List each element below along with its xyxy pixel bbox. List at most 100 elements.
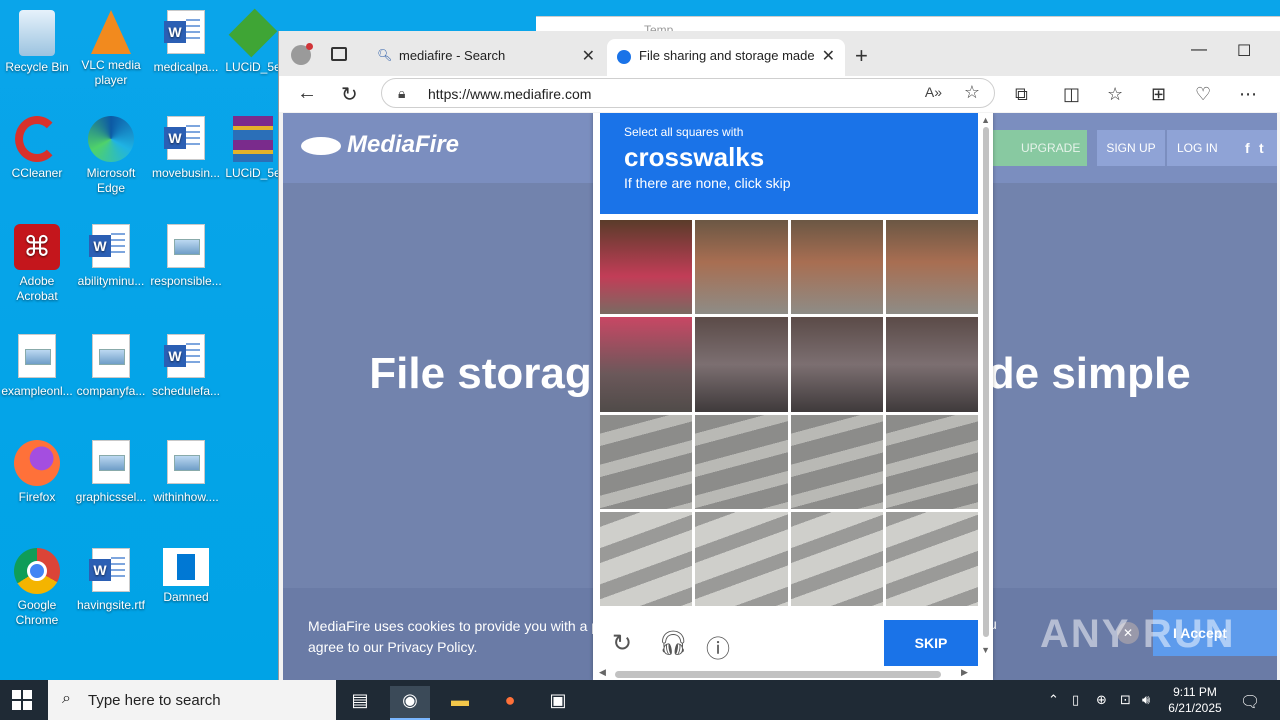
captcha-tile[interactable] — [885, 220, 978, 315]
maximize-icon[interactable]: ☐ — [1237, 41, 1251, 61]
edge-icon — [88, 116, 134, 162]
desktop-icon-lucid-gem[interactable]: LUCiD_5e — [223, 8, 283, 75]
acrobat-icon: ⌘ — [14, 224, 60, 270]
word-document-icon: W — [163, 334, 209, 380]
search-icon: ⌕ — [62, 690, 71, 707]
desktop-icon-ccleaner[interactable]: CCleaner — [0, 116, 74, 181]
desktop-icon-companyfa[interactable]: companyfa... — [74, 334, 148, 399]
tab-actions-icon[interactable] — [331, 47, 347, 61]
captcha-tile[interactable] — [600, 414, 693, 509]
firefox-taskbar-icon[interactable]: ● — [490, 686, 530, 720]
tray-update-icon[interactable]: ⊕ — [1096, 692, 1107, 708]
address-bar[interactable]: 🔒︎ https://www.mediafire.com A» ☆ — [381, 78, 995, 108]
desktop-icon-responsible[interactable]: responsible... — [149, 224, 223, 289]
desktop-icon-exampleonl[interactable]: exampleonl... — [0, 334, 74, 399]
file-explorer-icon[interactable]: ▬ — [440, 686, 480, 720]
word-document-icon: W — [163, 116, 209, 162]
headphones-audio-icon[interactable]: 🎧︎ — [658, 629, 688, 658]
signup-button[interactable]: SIGN UP — [1097, 130, 1165, 166]
captcha-tile[interactable] — [885, 317, 978, 412]
skip-button[interactable]: SKIP — [884, 620, 978, 666]
captcha-tile[interactable] — [695, 317, 788, 412]
mediafire-logo[interactable]: MediaFire — [301, 131, 459, 159]
tab-mediafire[interactable]: File sharing and storage made sim ✕ — [607, 39, 845, 76]
vertical-scrollbar[interactable] — [983, 127, 989, 637]
extensions-icon[interactable]: ⧉ — [1015, 84, 1028, 105]
minimize-icon[interactable]: — — [1191, 41, 1207, 59]
refresh-icon[interactable]: ↻ — [341, 82, 358, 107]
close-tab-icon[interactable]: ✕ — [582, 46, 595, 66]
horizontal-scrollbar[interactable] — [615, 671, 941, 678]
twitter-icon[interactable]: t — [1259, 130, 1264, 166]
desktop-icon-graphicssel[interactable]: graphicssel... — [74, 440, 148, 505]
desktop-icon-adobe-acrobat[interactable]: ⌘ Adobe Acrobat — [0, 224, 74, 304]
mediafire-icon — [617, 50, 631, 64]
captcha-tile[interactable] — [600, 317, 693, 412]
captcha-tile[interactable] — [885, 414, 978, 509]
captcha-image-grid — [600, 220, 978, 606]
anyrun-watermark: ANY RUN — [1040, 612, 1236, 656]
scroll-up-icon[interactable]: ▲ — [981, 115, 990, 125]
back-icon[interactable]: ← — [297, 82, 317, 105]
split-screen-icon[interactable]: ◫ — [1063, 84, 1080, 105]
favorite-star-icon[interactable]: ☆ — [964, 82, 980, 103]
info-icon[interactable]: ⓘ — [706, 629, 730, 664]
captcha-challenge: Select all squares with crosswalks If th… — [593, 113, 993, 680]
collections-icon[interactable]: ⊞ — [1151, 84, 1166, 105]
facebook-icon[interactable]: f — [1245, 130, 1250, 166]
login-button[interactable]: LOG IN f t — [1167, 130, 1277, 166]
captcha-tile[interactable] — [790, 317, 883, 412]
close-tab-icon[interactable]: ✕ — [822, 46, 835, 66]
clock[interactable]: 9:11 PM 6/21/2025 — [1162, 684, 1228, 716]
desktop-icon-google-chrome[interactable]: Google Chrome — [0, 548, 74, 628]
desktop-icon-recycle-bin[interactable]: Recycle Bin — [0, 10, 74, 75]
desktop-icon-schedulefa[interactable]: W schedulefa... — [149, 334, 223, 399]
desktop-icon-lucid-winrar[interactable]: LUCiD_5e — [223, 116, 283, 181]
profile-avatar-icon[interactable] — [291, 43, 313, 65]
captcha-tile[interactable] — [695, 414, 788, 509]
desktop-icon-vlc[interactable]: VLC media player — [74, 10, 148, 88]
captcha-tile[interactable] — [885, 511, 978, 606]
edge-taskbar-icon[interactable]: ◉ — [390, 686, 430, 720]
desktop-icon-movebusin[interactable]: W movebusin... — [149, 116, 223, 181]
read-aloud-icon[interactable]: A» — [925, 84, 942, 100]
desktop-icon-damned[interactable]: Damned — [149, 548, 223, 605]
lock-icon: 🔒︎ — [398, 85, 406, 101]
scroll-left-icon[interactable]: ◀ — [599, 667, 606, 678]
scroll-down-icon[interactable]: ▼ — [981, 645, 990, 655]
notifications-icon[interactable]: 🗨︎ — [1240, 692, 1260, 712]
show-hidden-icons[interactable]: ⌃ — [1048, 692, 1059, 708]
desktop-icon-havingsite[interactable]: W havingsite.rtf — [74, 548, 148, 613]
captcha-tile[interactable] — [695, 220, 788, 315]
windows-start-icon[interactable] — [12, 690, 32, 710]
new-tab-button[interactable]: + — [855, 43, 868, 69]
taskbar-search-box[interactable]: ⌕ Type here to search — [48, 680, 336, 720]
task-view-icon[interactable]: ▤ — [340, 686, 380, 720]
settings-more-icon[interactable]: ⋯ — [1239, 84, 1257, 105]
desktop-icon-microsoft-edge[interactable]: Microsoft Edge — [74, 116, 148, 196]
captcha-tile[interactable] — [790, 414, 883, 509]
captcha-tile[interactable] — [600, 511, 693, 606]
app-window-icon[interactable]: ▣ — [538, 686, 578, 720]
firefox-icon — [14, 440, 60, 486]
captcha-tile[interactable] — [790, 511, 883, 606]
desktop-icon-abilityminu[interactable]: W abilityminu... — [74, 224, 148, 289]
network-icon[interactable]: ⊡ — [1120, 692, 1131, 708]
desktop-icon-firefox[interactable]: Firefox — [0, 440, 74, 505]
upgrade-button[interactable]: UPGRADE — [985, 130, 1087, 166]
browser-essentials-icon[interactable]: ♡ — [1195, 84, 1211, 105]
scroll-right-icon[interactable]: ▶ — [961, 667, 968, 678]
tab-mediafire-search[interactable]: 🔍︎ mediafire - Search ✕ — [367, 39, 605, 76]
cookie-text: MediaFire uses cookies to provide you wi… — [308, 618, 600, 655]
search-icon: 🔍︎ — [377, 48, 393, 62]
captcha-tile[interactable] — [600, 220, 693, 315]
volume-icon[interactable]: 🔊︎ — [1142, 692, 1150, 708]
captcha-tile[interactable] — [695, 511, 788, 606]
tray-device-icon[interactable]: ▯ — [1072, 692, 1079, 708]
favorites-icon[interactable]: ☆ — [1107, 84, 1123, 105]
captcha-tile[interactable] — [790, 220, 883, 315]
desktop-icon-withinhow[interactable]: withinhow.... — [149, 440, 223, 505]
desktop-icon-medicalpa[interactable]: W medicalpa... — [149, 10, 223, 75]
refresh-icon[interactable]: ↻ — [612, 629, 632, 658]
image-file-icon — [88, 334, 134, 380]
